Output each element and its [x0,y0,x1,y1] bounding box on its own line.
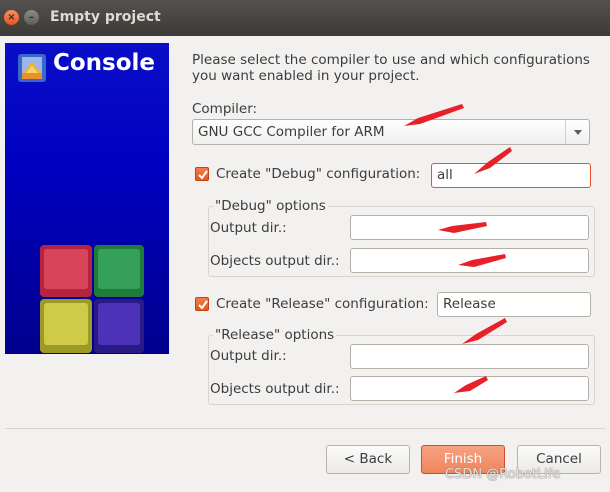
banner-heading: Console [53,50,156,76]
release-output-dir-input[interactable] [350,344,589,369]
checkmark-icon [198,170,208,180]
wizard-banner: Console [5,43,169,354]
compiler-label: Compiler: [192,101,258,117]
debug-name-input[interactable]: all [431,163,591,188]
debug-objects-dir-input[interactable] [350,248,589,273]
release-checkbox-label: Create "Release" configuration: [216,296,429,312]
window-title: Empty project [50,9,161,25]
release-options-title: "Release" options [213,327,337,343]
release-checkbox[interactable] [195,297,209,311]
release-output-dir-label: Output dir.: [210,348,287,364]
debug-checkbox[interactable] [195,167,209,181]
back-button[interactable]: < Back [326,445,410,474]
debug-checkbox-label: Create "Debug" configuration: [216,166,421,182]
watermark: CSDN @RobotLife [445,467,561,482]
release-objects-dir-label: Objects output dir.: [210,381,340,397]
codeblocks-icon [18,54,46,82]
chevron-down-icon[interactable] [565,120,589,144]
intro-text: Please select the compiler to use and wh… [192,52,590,84]
close-button[interactable]: × [4,10,19,25]
debug-output-dir-input[interactable] [350,215,589,240]
release-objects-dir-input[interactable] [350,376,589,401]
debug-output-dir-label: Output dir.: [210,220,287,236]
title-bar: × – Empty project [0,0,610,36]
compiler-select[interactable]: GNU GCC Compiler for ARM [192,119,590,145]
debug-options-title: "Debug" options [213,198,328,214]
checkmark-icon [198,300,208,310]
minimize-button[interactable]: – [24,10,39,25]
debug-objects-dir-label: Objects output dir.: [210,253,340,269]
rubiks-cube-art [40,245,144,353]
button-divider [5,428,605,429]
release-name-input[interactable]: Release [437,292,591,317]
compiler-select-value: GNU GCC Compiler for ARM [198,124,385,140]
